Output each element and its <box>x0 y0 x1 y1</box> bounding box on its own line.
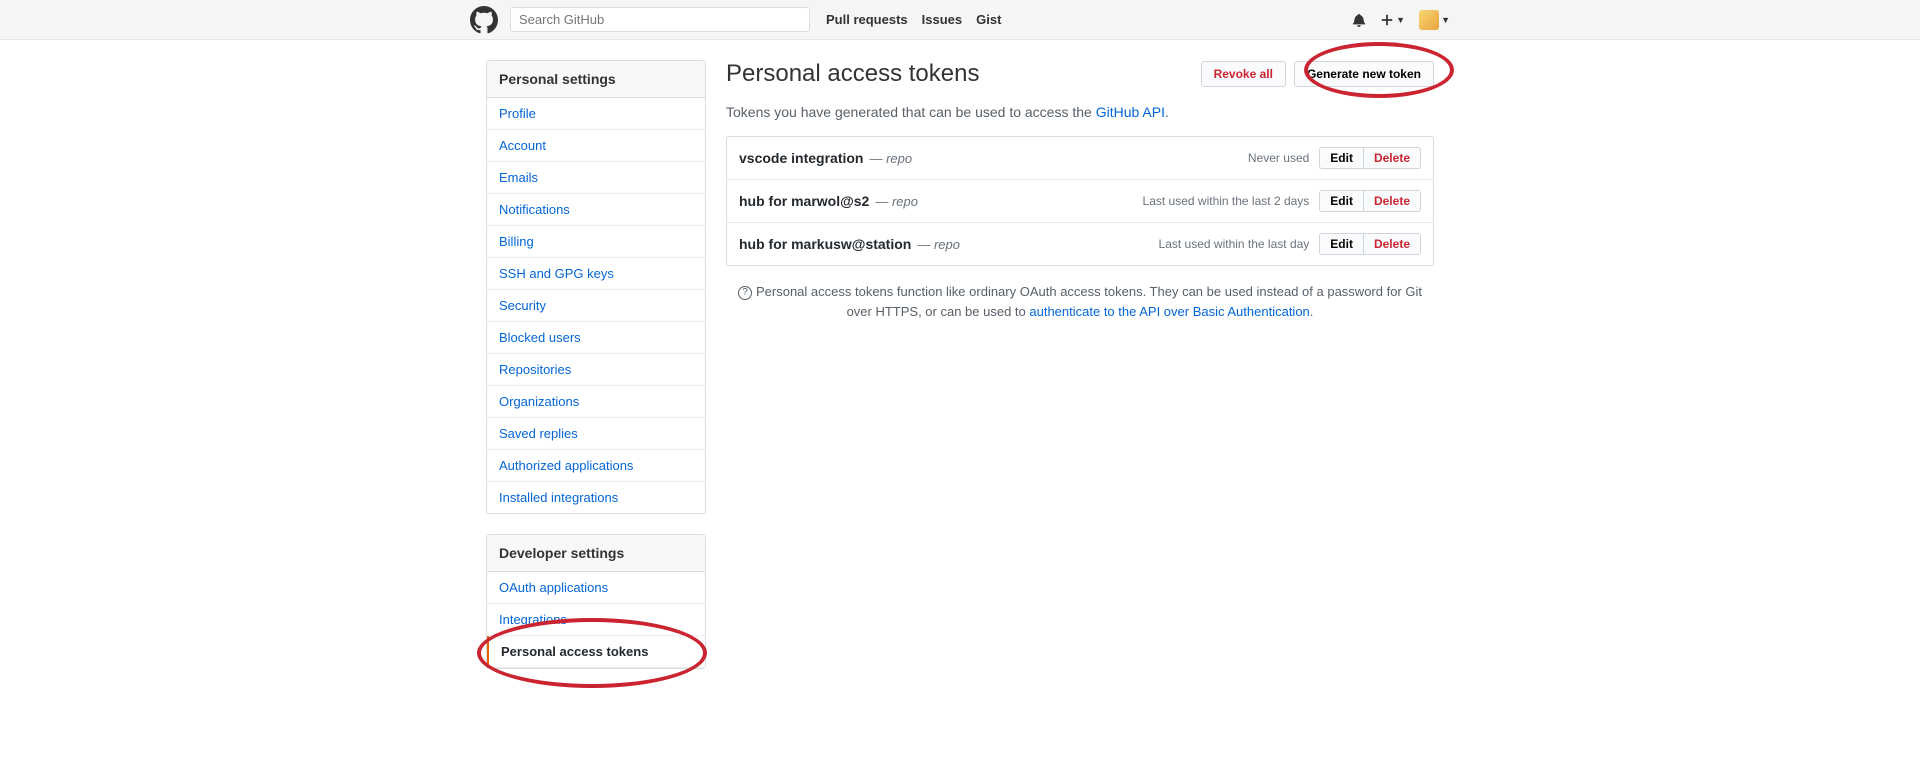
token-name[interactable]: vscode integration <box>739 150 863 166</box>
avatar-dropdown[interactable]: ▼ <box>1419 10 1450 30</box>
token-scope: repo <box>875 194 918 209</box>
question-icon: ? <box>738 286 752 300</box>
sidebar-item-account[interactable]: Account <box>487 130 705 162</box>
page-title: Personal access tokens <box>726 60 979 88</box>
delete-token-button[interactable]: Delete <box>1363 233 1421 255</box>
sidebar-item-authorized-apps[interactable]: Authorized applications <box>487 450 705 482</box>
sidebar-item-ssh-gpg[interactable]: SSH and GPG keys <box>487 258 705 290</box>
github-logo-icon[interactable] <box>470 6 498 34</box>
token-last-used: Last used within the last day <box>1159 237 1310 251</box>
sidebar-item-profile[interactable]: Profile <box>487 98 705 130</box>
token-list: vscode integration repo Never used Edit … <box>726 136 1434 266</box>
sidebar-item-personal-access-tokens[interactable]: Personal access tokens <box>487 636 705 668</box>
topbar: Pull requests Issues Gist ▼ ▼ <box>0 0 1920 40</box>
token-row: vscode integration repo Never used Edit … <box>727 137 1433 180</box>
token-last-used: Never used <box>1248 151 1309 165</box>
sidebar-item-integrations[interactable]: Integrations <box>487 604 705 636</box>
generate-new-token-button[interactable]: Generate new token <box>1294 61 1434 87</box>
sidebar-header-personal: Personal settings <box>487 61 705 98</box>
sidebar-item-organizations[interactable]: Organizations <box>487 386 705 418</box>
sidebar-item-security[interactable]: Security <box>487 290 705 322</box>
sidebar-item-repositories[interactable]: Repositories <box>487 354 705 386</box>
token-row: hub for markusw@station repo Last used w… <box>727 223 1433 265</box>
revoke-all-button[interactable]: Revoke all <box>1201 61 1286 87</box>
sidebar-personal-settings: Personal settings Profile Account Emails… <box>486 60 706 514</box>
nav-pull-requests[interactable]: Pull requests <box>826 12 908 27</box>
sidebar-item-blocked-users[interactable]: Blocked users <box>487 322 705 354</box>
delete-token-button[interactable]: Delete <box>1363 147 1421 169</box>
sidebar-item-saved-replies[interactable]: Saved replies <box>487 418 705 450</box>
edit-token-button[interactable]: Edit <box>1319 233 1364 255</box>
edit-token-button[interactable]: Edit <box>1319 190 1364 212</box>
plus-dropdown-icon[interactable]: ▼ <box>1380 13 1405 27</box>
page-description: Tokens you have generated that can be us… <box>726 104 1434 120</box>
edit-token-button[interactable]: Edit <box>1319 147 1364 169</box>
sidebar-header-developer: Developer settings <box>487 535 705 572</box>
sidebar-item-billing[interactable]: Billing <box>487 226 705 258</box>
delete-token-button[interactable]: Delete <box>1363 190 1421 212</box>
token-scope: repo <box>917 237 960 252</box>
sidebar: Personal settings Profile Account Emails… <box>486 60 706 689</box>
sidebar-item-emails[interactable]: Emails <box>487 162 705 194</box>
nav-gist[interactable]: Gist <box>976 12 1001 27</box>
sidebar-item-notifications[interactable]: Notifications <box>487 194 705 226</box>
basic-auth-link[interactable]: authenticate to the API over Basic Authe… <box>1029 304 1309 319</box>
token-last-used: Last used within the last 2 days <box>1143 194 1310 208</box>
github-api-link[interactable]: GitHub API <box>1096 104 1165 120</box>
token-name[interactable]: hub for markusw@station <box>739 236 911 252</box>
token-scope: repo <box>869 151 912 166</box>
top-nav: Pull requests Issues Gist <box>826 12 1001 27</box>
main-content: Personal access tokens Revoke all Genera… <box>726 60 1434 689</box>
bell-icon[interactable] <box>1352 13 1366 27</box>
sidebar-developer-settings: Developer settings OAuth applications In… <box>486 534 706 669</box>
footer-note: ?Personal access tokens function like or… <box>726 282 1434 321</box>
token-name[interactable]: hub for marwol@s2 <box>739 193 869 209</box>
search-input[interactable] <box>510 7 810 32</box>
sidebar-item-installed-integrations[interactable]: Installed integrations <box>487 482 705 513</box>
nav-issues[interactable]: Issues <box>922 12 962 27</box>
sidebar-item-oauth-apps[interactable]: OAuth applications <box>487 572 705 604</box>
token-row: hub for marwol@s2 repo Last used within … <box>727 180 1433 223</box>
